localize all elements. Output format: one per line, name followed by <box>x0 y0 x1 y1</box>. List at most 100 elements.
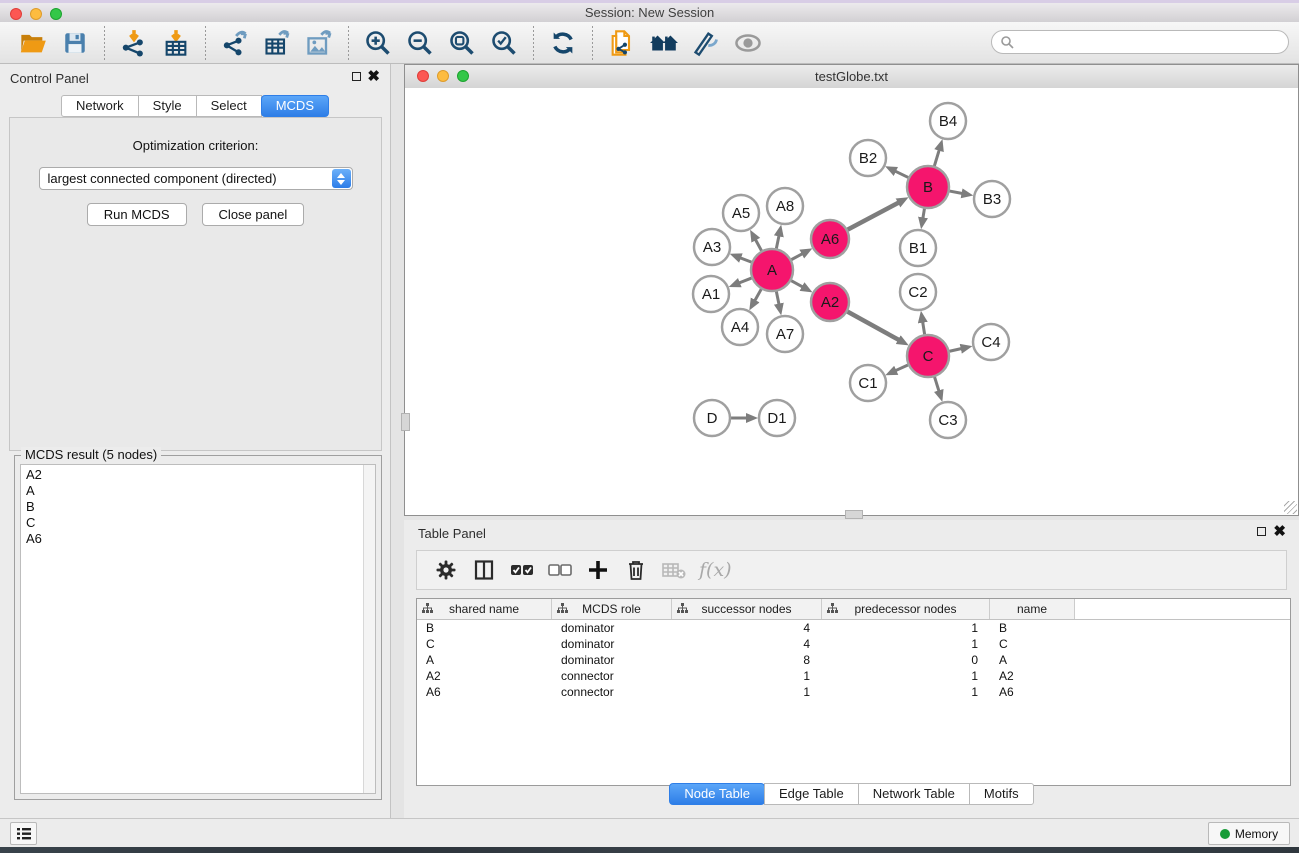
column-header-predecessor-nodes[interactable]: predecessor nodes <box>822 599 990 619</box>
export-table-icon[interactable] <box>262 28 292 58</box>
deselect-all-icon[interactable] <box>545 555 575 585</box>
graph-edge[interactable] <box>848 312 900 340</box>
resize-grip[interactable] <box>1284 501 1297 514</box>
tab-network[interactable]: Network <box>61 95 139 117</box>
node-table[interactable]: shared nameMCDS rolesuccessor nodesprede… <box>416 598 1291 786</box>
close-panel-icon[interactable]: ✖ <box>367 68 380 86</box>
network-canvas[interactable]: B4B2BB3B1A5A8A6A3AA1C2A2A4A7CC4C1C3DD1 <box>405 88 1298 515</box>
search-field[interactable] <box>991 30 1289 54</box>
mcds-result-list[interactable]: A2ABCA6 <box>20 464 376 794</box>
toolbar-separator <box>104 26 105 60</box>
save-session-icon[interactable] <box>60 28 90 58</box>
table-row[interactable]: Adominator80A <box>417 652 1290 668</box>
network-from-selection-icon[interactable] <box>607 28 637 58</box>
graph-edge[interactable] <box>791 281 803 287</box>
tab-node-table[interactable]: Node Table <box>669 783 765 805</box>
graph-node-label: A8 <box>776 198 794 215</box>
result-list-scrollbar[interactable] <box>363 465 375 793</box>
graph-edge[interactable] <box>934 150 939 166</box>
graph-edge[interactable] <box>755 289 762 301</box>
graph-edge[interactable] <box>848 202 899 229</box>
task-history-button[interactable] <box>10 822 37 845</box>
table-settings-icon[interactable] <box>431 555 461 585</box>
search-input[interactable] <box>1014 34 1268 51</box>
delete-table-icon[interactable] <box>659 555 689 585</box>
graph-edge[interactable] <box>950 191 963 193</box>
table-cell: 1 <box>672 685 822 699</box>
tab-style[interactable]: Style <box>138 95 197 117</box>
close-panel-icon[interactable]: ✖ <box>1273 523 1286 541</box>
splitter-handle[interactable] <box>401 413 410 431</box>
graph-edge[interactable] <box>935 377 939 391</box>
delete-column-icon[interactable] <box>621 555 651 585</box>
run-mcds-button[interactable]: Run MCDS <box>87 203 187 226</box>
network-window-titlebar[interactable]: testGlobe.txt <box>405 65 1298 89</box>
main-titlebar[interactable]: Session: New Session <box>0 3 1299 23</box>
graph-edge[interactable] <box>755 239 761 250</box>
import-network-icon[interactable] <box>119 28 149 58</box>
graph-edge[interactable] <box>923 209 925 219</box>
control-panel-title: Control Panel <box>10 71 89 86</box>
graph-edge[interactable] <box>791 254 802 260</box>
float-panel-icon[interactable] <box>1257 527 1266 536</box>
graph-edge[interactable] <box>895 171 908 177</box>
refresh-icon[interactable] <box>548 28 578 58</box>
table-row[interactable]: A2connector11A2 <box>417 668 1290 684</box>
graph-edge[interactable] <box>923 322 925 335</box>
graph-edge[interactable] <box>776 235 779 248</box>
table-cell: 1 <box>822 669 990 683</box>
table-header-row[interactable]: shared nameMCDS rolesuccessor nodesprede… <box>417 599 1290 620</box>
graph-node-label: B3 <box>983 191 1001 208</box>
table-row[interactable]: Bdominator41B <box>417 620 1290 636</box>
table-row[interactable]: Cdominator41C <box>417 636 1290 652</box>
home-icon[interactable] <box>649 28 679 58</box>
graph-edge[interactable] <box>740 258 751 262</box>
column-header-MCDS-role[interactable]: MCDS role <box>552 599 672 619</box>
graph-node-label: C2 <box>908 284 927 301</box>
list-item[interactable]: A2 <box>26 467 375 483</box>
column-header-successor-nodes[interactable]: successor nodes <box>672 599 822 619</box>
toolbar-separator <box>205 26 206 60</box>
export-network-icon[interactable] <box>220 28 250 58</box>
column-header-name[interactable]: name <box>990 599 1075 619</box>
show-details-icon[interactable] <box>733 28 763 58</box>
zoom-fit-icon[interactable] <box>447 28 477 58</box>
list-item[interactable]: A6 <box>26 531 375 547</box>
mcds-result-groupbox: MCDS result (5 nodes) A2ABCA6 <box>14 455 382 800</box>
memory-button[interactable]: Memory <box>1208 822 1290 845</box>
tab-edge-table[interactable]: Edge Table <box>764 783 859 805</box>
zoom-in-icon[interactable] <box>363 28 393 58</box>
tab-mcds[interactable]: MCDS <box>261 95 329 117</box>
table-cell: C <box>417 637 552 651</box>
optimization-criterion-label: Optimization criterion: <box>10 138 381 153</box>
graph-node-label: B1 <box>909 240 927 257</box>
table-row[interactable]: A6connector11A6 <box>417 684 1290 700</box>
function-builder-icon[interactable]: f(x) <box>699 559 732 581</box>
hide-details-icon[interactable] <box>691 28 721 58</box>
graph-edge[interactable] <box>949 349 961 352</box>
tab-select[interactable]: Select <box>196 95 262 117</box>
splitter-handle[interactable] <box>845 510 863 519</box>
export-image-icon[interactable] <box>304 28 334 58</box>
desktop-background-strip <box>0 847 1299 853</box>
tab-network-table[interactable]: Network Table <box>858 783 970 805</box>
select-all-icon[interactable] <box>507 555 537 585</box>
list-item[interactable]: C <box>26 515 375 531</box>
show-columns-icon[interactable] <box>469 555 499 585</box>
zoom-selected-icon[interactable] <box>489 28 519 58</box>
list-item[interactable]: A <box>26 483 375 499</box>
import-table-icon[interactable] <box>161 28 191 58</box>
column-header-shared-name[interactable]: shared name <box>417 599 552 619</box>
close-panel-button[interactable]: Close panel <box>202 203 305 226</box>
open-file-icon[interactable] <box>18 28 48 58</box>
graph-edge[interactable] <box>739 278 752 283</box>
zoom-out-icon[interactable] <box>405 28 435 58</box>
graph-edge[interactable] <box>895 365 908 371</box>
add-column-icon[interactable] <box>583 555 613 585</box>
float-panel-icon[interactable] <box>352 72 361 81</box>
table-panel: Table Panel ✖ <box>404 520 1299 818</box>
tab-motifs[interactable]: Motifs <box>969 783 1034 805</box>
list-item[interactable]: B <box>26 499 375 515</box>
criterion-dropdown[interactable]: largest connected component (directed) <box>39 167 353 190</box>
graph-edge[interactable] <box>776 292 779 305</box>
